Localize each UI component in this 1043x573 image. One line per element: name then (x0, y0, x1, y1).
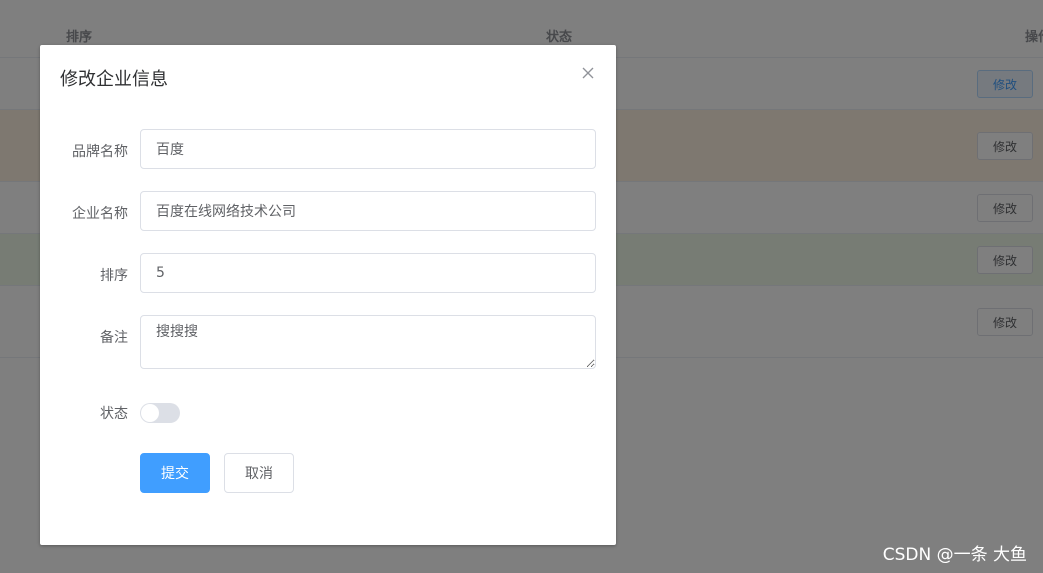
brand-name-input[interactable] (140, 129, 596, 169)
watermark: CSDN @一条 大鱼 (882, 545, 1027, 565)
switch-knob (141, 404, 159, 422)
dialog-title: 修改企业信息 (60, 69, 168, 90)
company-name-input[interactable] (140, 191, 596, 231)
ordered-label: 排序 (100, 268, 128, 284)
description-textarea[interactable]: 搜搜搜 (140, 315, 596, 369)
close-icon[interactable] (580, 65, 596, 81)
edit-company-dialog: 修改企业信息 品牌名称 企业名称 排序 备注 搜搜搜 状态 提交 取消 (40, 45, 616, 545)
status-switch[interactable] (140, 403, 180, 423)
brand-name-label: 品牌名称 (72, 144, 128, 160)
cancel-button[interactable]: 取消 (224, 453, 294, 493)
company-name-label: 企业名称 (72, 206, 128, 222)
status-label: 状态 (100, 406, 128, 422)
submit-button[interactable]: 提交 (140, 453, 210, 493)
ordered-input[interactable] (140, 253, 596, 293)
description-label: 备注 (100, 330, 128, 346)
